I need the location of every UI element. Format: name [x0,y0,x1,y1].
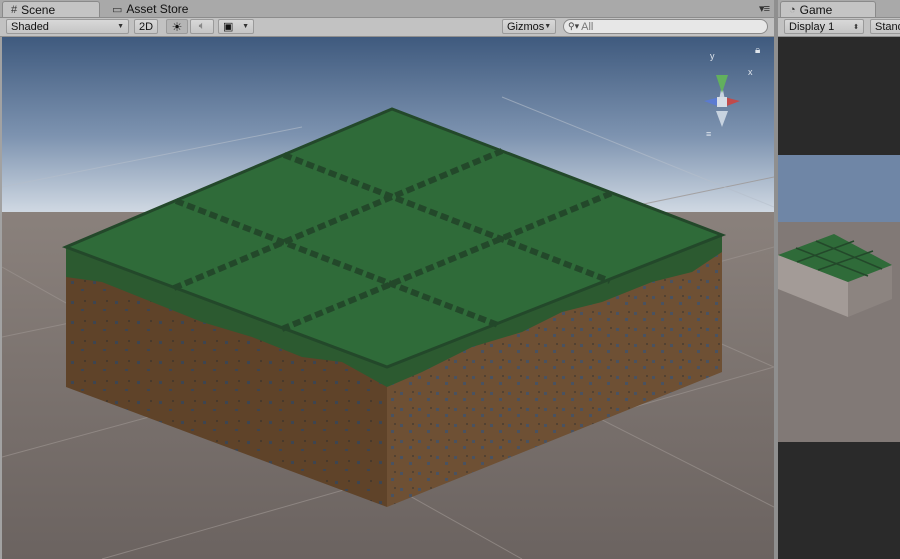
game-tab-bar: ◔ Game [778,0,900,18]
gizmos-dropdown[interactable]: Gizmos ▼ [502,19,556,34]
tab-scene[interactable]: # Scene [2,1,100,17]
tab-game[interactable]: ◔ Game [780,1,876,17]
grid-icon: # [11,3,18,16]
scene-viewport[interactable]: y x 🔒︎ ≡ [2,37,774,559]
gizmo-y-label: y [710,51,715,61]
toggle-2d-label: 2D [138,20,154,33]
aspect-dropdown[interactable]: Stand [870,19,900,34]
projection-toggle-icon[interactable]: ≡ [706,129,712,139]
game-toolbar: Display 1 ⬍ Stand [778,18,900,37]
tab-asset-store-label: Asset Store [126,2,189,16]
display-value: Display 1 [789,20,835,33]
chevron-updown-icon: ⬍ [853,23,859,31]
store-icon: ▭ [112,3,123,16]
scene-render [2,37,774,559]
search-input[interactable]: ⚲▾ All [563,19,768,34]
draw-mode-value: Shaded [11,20,49,33]
tab-game-label: Game [799,2,833,17]
search-icon: ⚲▾ [568,21,580,31]
gizmos-label: Gizmos [507,20,545,33]
speaker-icon: 🔈︎ [198,20,206,32]
toggle-2d-button[interactable]: 2D [134,19,158,34]
game-render [778,155,900,442]
lighting-toggle-button[interactable]: ☀ [166,19,188,34]
effects-dropdown[interactable]: ▣ ▼ [218,19,254,34]
panel-menu-icon[interactable]: ▾≡ [759,2,770,15]
image-icon: ▣ [223,21,234,33]
gizmo-x-label: x [748,67,753,77]
tab-scene-label: Scene [21,2,56,17]
chevron-down-icon: ▼ [242,23,249,30]
chevron-down-icon: ▼ [544,23,552,30]
game-viewport[interactable] [778,37,900,559]
sun-icon: ☀ [171,19,183,34]
audio-toggle-button[interactable]: 🔈︎ [190,19,214,34]
aspect-value: Stand [875,20,900,33]
display-dropdown[interactable]: Display 1 ⬍ [784,19,864,34]
chevron-down-icon: ▼ [117,23,124,30]
pacman-icon: ◔ [789,3,796,16]
search-placeholder: All [581,20,594,33]
tab-asset-store[interactable]: ▭ Asset Store [104,1,214,17]
draw-mode-dropdown[interactable]: Shaded ▼ [6,19,129,34]
scene-toolbar: Shaded ▼ 2D ☀ 🔈︎ ▣ ▼ Gizmos ▼ ⚲▾ All [0,18,775,37]
scene-tab-bar: # Scene ▭ Asset Store ▾≡ [0,0,775,18]
lock-icon[interactable]: 🔒︎ [755,45,760,56]
